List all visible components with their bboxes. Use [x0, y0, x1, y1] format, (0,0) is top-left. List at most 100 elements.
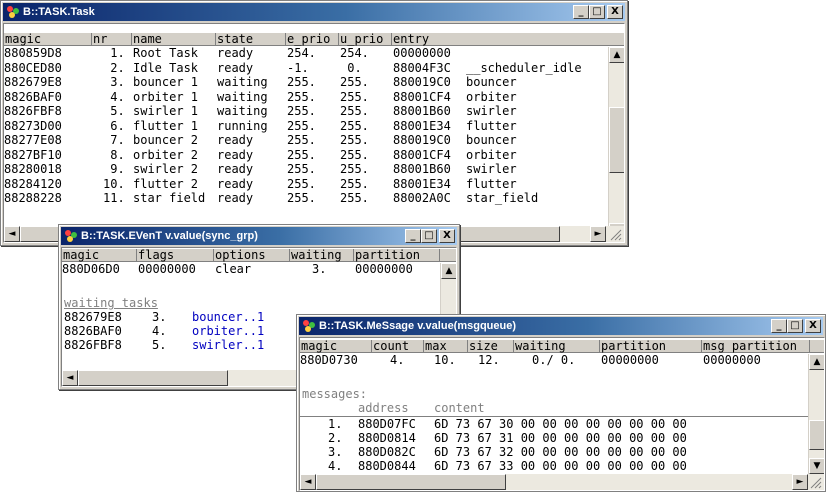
col-magic[interactable]: magic [300, 340, 372, 353]
col-e-prio[interactable]: e_prio [286, 33, 339, 46]
col-partition[interactable]: partition [600, 340, 702, 353]
task-cell: 3. [103, 75, 125, 89]
task-row[interactable]: 8826FBF8 5. swirler 1 waiting 255. 255. 88001… [4, 105, 608, 118]
task-cell: ready [217, 60, 254, 75]
scroll-up-icon[interactable]: ▲ [441, 263, 456, 279]
task-cell: 255. [340, 133, 369, 147]
task-cell: 88273D00 [4, 118, 62, 133]
col-nr[interactable]: nr [92, 33, 132, 46]
message-cell: 4. [328, 459, 343, 473]
col-state[interactable]: state [216, 33, 286, 46]
task-cell: 8. [103, 147, 125, 162]
col-magic[interactable]: magic [4, 33, 92, 46]
scroll-right-icon[interactable]: ► [792, 474, 808, 490]
task-cell: 8826FBF8 [4, 104, 62, 118]
col-partition[interactable]: partition [354, 249, 440, 262]
maximize-button[interactable]: □ [421, 229, 437, 243]
scroll-down-icon[interactable]: ▼ [809, 458, 824, 474]
task-row[interactable]: 882679E8 3. bouncer 1 waiting 255. 255. 88001… [4, 76, 608, 89]
task-cell: -1. [287, 60, 309, 75]
col-count[interactable]: count [372, 340, 424, 353]
resize-grip-icon[interactable] [608, 227, 622, 241]
col-flags[interactable]: flags [137, 249, 214, 262]
close-button[interactable]: X [439, 229, 455, 243]
message-horizontal-scrollbar[interactable]: ◄ ► [300, 474, 824, 490]
task-cell: swirler 1 [133, 104, 199, 118]
task-cell: 255. [287, 191, 316, 205]
message-cell: 6D 73 67 31 00 00 00 00 00 00 00 00 [434, 431, 687, 445]
message-row[interactable]: 880D0730 4. 10. 12. 0./ 0. 00000000 0000… [300, 354, 810, 367]
hscroll-thumb[interactable] [316, 474, 506, 490]
close-button[interactable]: X [805, 319, 821, 333]
message-row-item[interactable]: 3. 880D082C 6D 73 67 32 00 00 00 00 00 00 … [300, 446, 810, 459]
scroll-left-icon[interactable]: ◄ [4, 226, 20, 242]
scroll-up-icon[interactable]: ▲ [609, 47, 624, 63]
col-options[interactable]: options [214, 249, 290, 262]
maximize-button[interactable]: □ [787, 319, 803, 333]
col-max[interactable]: max [424, 340, 468, 353]
message-row-item[interactable]: 1. 880D07FC 6D 73 67 30 00 00 00 00 00 00 … [300, 418, 810, 431]
scroll-right-icon[interactable]: ► [590, 226, 606, 242]
waiting-task-link[interactable]: bouncer..1 [192, 311, 264, 324]
col-name[interactable]: name [132, 33, 216, 46]
message-row-item[interactable]: 2. 880D0814 6D 73 67 31 00 00 00 00 00 00 … [300, 432, 810, 445]
scroll-thumb[interactable] [809, 420, 824, 450]
task-window-titlebar[interactable]: B::TASK.Task _ □ X [3, 3, 625, 21]
task-cell: 255. [287, 133, 316, 147]
trace32-app-icon [7, 6, 19, 18]
message-vertical-scrollbar[interactable]: ▲ ▼ [808, 354, 824, 474]
event-row[interactable]: 880D06D0 00000000 clear 3. 00000000 [62, 263, 442, 276]
task-row[interactable]: 880CED80 2. Idle Task ready -1. 0. 88004F3C _… [4, 60, 608, 75]
col-waiting[interactable]: waiting [514, 340, 600, 353]
task-cell: 255. [287, 162, 316, 176]
task-cell: swirler [466, 162, 517, 176]
waiting-task-link[interactable]: orbiter..1 [192, 325, 264, 338]
task-cell: 255. [287, 75, 316, 89]
task-row[interactable]: 8827BF10 8. orbiter 2 ready 255. 255. 88001CF… [4, 147, 608, 162]
task-row[interactable]: 88277E08 7. bouncer 2 ready 255. 255. 880019C… [4, 134, 608, 147]
maximize-button[interactable]: □ [589, 5, 605, 19]
task-cell: 7. [103, 133, 125, 147]
task-cell: __scheduler_idle [466, 60, 582, 75]
col-entry[interactable]: entry [392, 33, 608, 46]
minimize-button[interactable]: _ [405, 229, 421, 243]
waiting-task-cell: 8826FBF8 [64, 338, 122, 352]
event-window-titlebar[interactable]: B::TASK.EVenT v.value(sync_grp) _ □ X [61, 227, 457, 245]
task-row[interactable]: 88284120 10. flutter 2 ready 255. 255. 88001E3… [4, 176, 608, 191]
message-row-item[interactable]: 4. 880D0844 6D 73 67 33 00 00 00 00 00 00 … [300, 460, 810, 473]
waiting-task-link[interactable]: swirler..1 [192, 339, 264, 352]
task-cell: 882679E8 [4, 75, 62, 89]
waiting-task-cell: 4. [152, 324, 167, 338]
task-cell: 88002A0C [393, 191, 451, 205]
scroll-up-icon[interactable]: ▲ [809, 354, 824, 370]
task-row[interactable]: 88273D00 6. flutter 1 running 255. 255. 88001… [4, 118, 608, 133]
task-row[interactable]: 8826BAF0 4. orbiter 1 waiting 255. 255. 88001… [4, 90, 608, 104]
message-cell: 880D0844 [358, 459, 416, 473]
scroll-left-icon[interactable]: ◄ [300, 474, 316, 490]
task-cell: Root Task [133, 46, 199, 60]
scroll-left-icon[interactable]: ◄ [62, 370, 78, 386]
message-table: magic count max size waiting partition m… [299, 337, 825, 491]
msg-waiting: 0./ 0. [532, 353, 576, 367]
task-cell: 255. [287, 147, 316, 162]
minimize-button[interactable]: _ [771, 319, 787, 333]
col-size[interactable]: size [468, 340, 514, 353]
sub-content: content [434, 401, 485, 415]
message-window-titlebar[interactable]: B::TASK.MeSsage v.value(msgqueue) _ □ X [299, 317, 823, 335]
task-vertical-scrollbar[interactable]: ▲ ▼ [608, 47, 624, 239]
task-row[interactable]: 88280018 9. swirler 2 ready 255. 255. 88001B6… [4, 163, 608, 176]
hscroll-thumb[interactable] [78, 370, 228, 386]
scroll-thumb[interactable] [609, 107, 624, 173]
close-button[interactable]: X [607, 5, 623, 19]
task-cell: ready [217, 176, 254, 191]
resize-grip-icon[interactable] [808, 475, 822, 489]
task-row[interactable]: 88288228 11. star field ready 255. 255. 88002A… [4, 192, 608, 205]
task-row[interactable]: 880859D8 1. Root Task ready 254. 254. 0000000… [4, 47, 608, 60]
waiting-tasks-label: waiting tasks [64, 296, 158, 310]
trace32-app-icon [65, 230, 77, 242]
minimize-button[interactable]: _ [573, 5, 589, 19]
col-msg-partition[interactable]: msg partition [702, 340, 810, 353]
col-u-prio[interactable]: u_prio [339, 33, 392, 46]
col-magic[interactable]: magic [62, 249, 137, 262]
col-waiting[interactable]: waiting [290, 249, 354, 262]
